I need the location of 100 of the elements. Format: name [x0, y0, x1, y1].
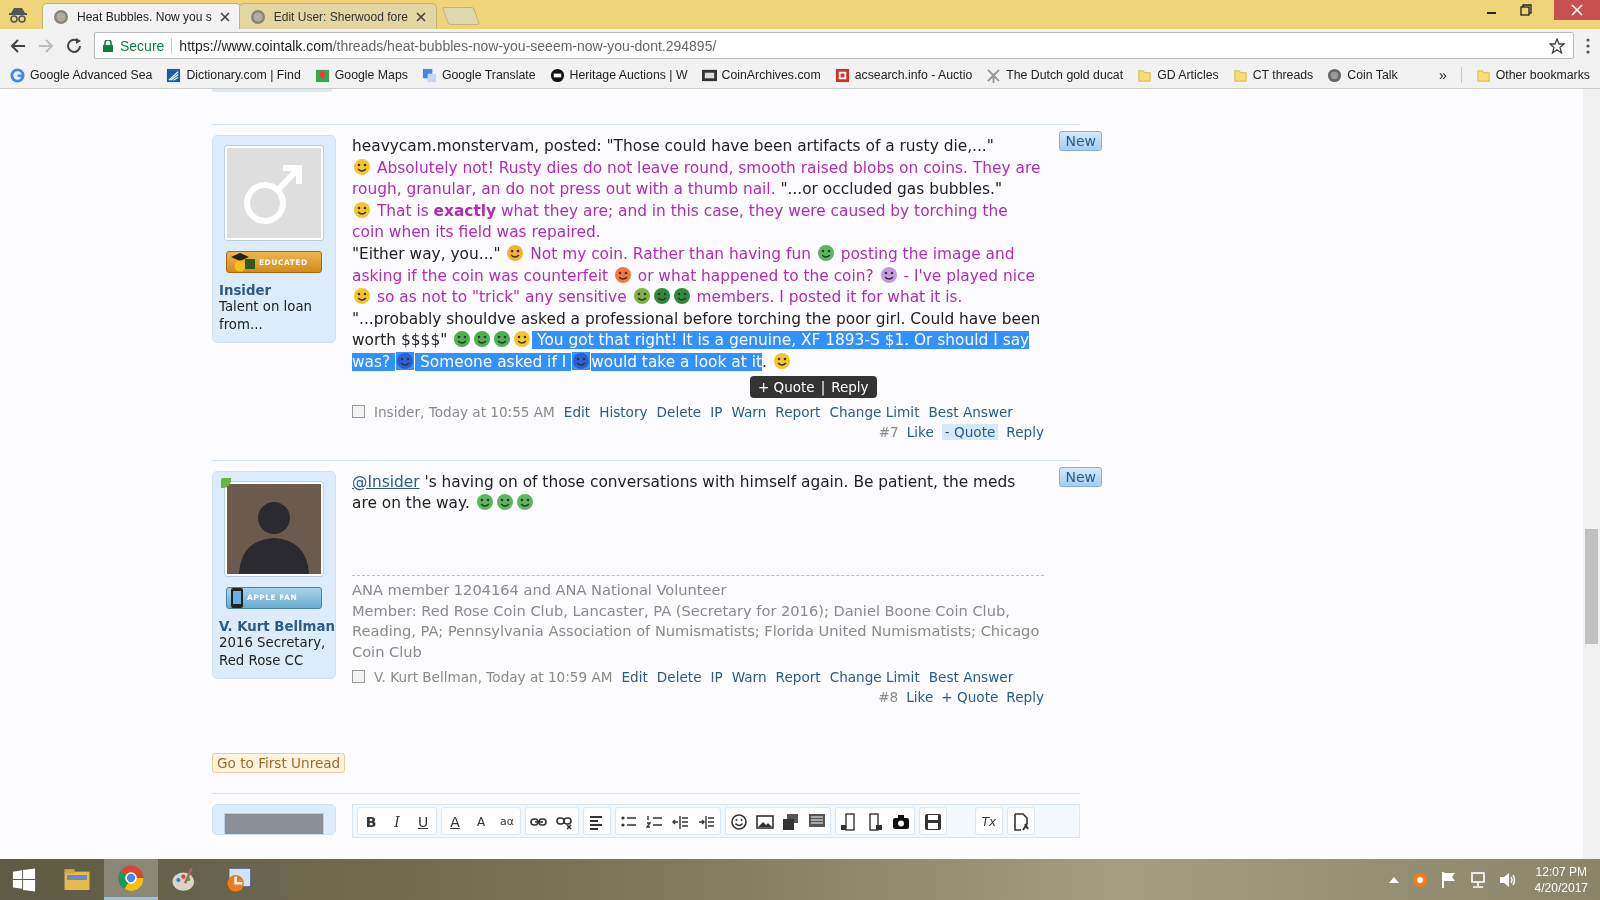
new-badge: New: [1059, 466, 1102, 487]
quote-link[interactable]: + Quote: [758, 378, 815, 395]
coin-icon: [249, 8, 266, 25]
close-icon[interactable]: [415, 11, 426, 22]
smiley-icon[interactable]: [730, 812, 748, 831]
signature-text: Member: Red Rose Coin Club, Lancaster, PA (Secretary for 2016); Daniel Boone Coin Club, Reading, PA; Pennsylvania Association of Numismatists; Florida United Numismatists; Chicago Coin Club: [352, 600, 1041, 663]
folder-icon: [1232, 67, 1248, 83]
reply-link[interactable]: Reply: [1006, 423, 1044, 440]
media-icon[interactable]: [782, 812, 800, 831]
bookmark[interactable]: Google Maps: [314, 67, 408, 83]
folder-icon: [1137, 67, 1153, 83]
volume-icon[interactable]: [1498, 870, 1517, 889]
square-logo-icon: [701, 67, 717, 83]
post-action-link[interactable]: Change Limit: [829, 668, 920, 685]
url-text: https://www.cointalk.com/threads/heat-bubbles-now-you-seeem-now-you-dont.294895/: [179, 37, 717, 54]
flag-icon[interactable]: [1440, 870, 1457, 889]
post-action-link[interactable]: Delete: [656, 403, 702, 420]
bookmarks-overflow-button[interactable]: »: [1438, 67, 1447, 83]
post-action-link[interactable]: IP: [710, 403, 723, 420]
checkbox[interactable]: [352, 405, 365, 419]
user-title: Talent on loan from...: [218, 298, 313, 334]
bookmark-folder[interactable]: Other bookmarks: [1475, 67, 1590, 83]
bookmark[interactable]: Google Translate: [421, 67, 536, 83]
star-icon[interactable]: [1549, 37, 1565, 54]
phone-icon: [230, 587, 244, 608]
bookmark[interactable]: GD Articles: [1137, 67, 1219, 83]
post-action-link[interactable]: Best Answer: [928, 403, 1013, 420]
message-text: @Insider 's having on of those conversations with himself again. Be patient, the meds are on the way.: [352, 471, 1017, 515]
bookmark[interactable]: Google Advanced Sea: [10, 67, 153, 83]
windows-start-icon[interactable]: [12, 867, 36, 892]
source-icon[interactable]: [1012, 812, 1030, 831]
bookmark[interactable]: Coin Talk: [1327, 67, 1398, 83]
bookmark[interactable]: CT threads: [1232, 67, 1314, 83]
close-icon: [1571, 4, 1583, 16]
go-to-first-unread-button[interactable]: Go to First Unread: [212, 752, 346, 773]
reload-icon[interactable]: [66, 37, 82, 54]
bookmark[interactable]: The Dutch gold ducat: [986, 67, 1124, 83]
post-action-link[interactable]: Warn: [731, 668, 767, 685]
reply-link[interactable]: Reply: [1006, 688, 1044, 705]
bookmark[interactable]: acsearch.info - Auctio: [834, 67, 973, 83]
coin-icon: [1327, 67, 1343, 83]
menu-icon[interactable]: [1586, 37, 1590, 54]
taskbar-button[interactable]: [104, 859, 158, 900]
caret-icon[interactable]: [1388, 876, 1399, 883]
reply-link[interactable]: Reply: [831, 378, 869, 395]
quote-block-icon[interactable]: [840, 812, 858, 831]
clock-time[interactable]: 12:07 PM: [1535, 863, 1587, 880]
format-button[interactable]: aα: [494, 807, 520, 836]
format-button[interactable]: B: [358, 807, 384, 836]
browser-tab[interactable]: Heat Bubbles. Now you s: [42, 3, 241, 29]
back-icon[interactable]: [10, 37, 26, 54]
message-text: heavycam.monstervam, posted: "Those could have been artifacts of a rusty die,..." Absolutely not! Rusty dies do not leave round, smooth raised blobs on coins. They are rough, granular, an do not press out with a thumb nail. "...or occluded gas bubbles." That is exactly what they are; and in this case, they were caused by torching the coin when its field was repaired. "Either way, you..." Not my coin. Rather than having fun posting the image and asking if the coin was counterfeit or what happened to the coin? - I've played nice so as not to "trick" any sensitive members. I posted it for what it is. "...probably shouldve asked a professional before torching the poor girl. Could have been worth $$$$" You got that right! It is a genuine, XF 1893-S $1. Or should I say was? Someone asked if I would take a look at it.: [352, 136, 1042, 373]
quote-link[interactable]: + Quote: [941, 688, 999, 705]
save-icon[interactable]: [924, 812, 942, 831]
avatar-photo-placeholder[interactable]: [224, 480, 324, 577]
post-action-link[interactable]: Warn: [731, 403, 767, 420]
post-action-link[interactable]: Edit: [563, 403, 591, 420]
quote-link[interactable]: - Quote: [941, 423, 999, 440]
post-action-link[interactable]: IP: [710, 668, 723, 685]
author-name[interactable]: V. Kurt Bellman: [213, 608, 335, 634]
like-link[interactable]: Like: [906, 423, 934, 440]
new-badge: New: [1059, 131, 1102, 151]
antivirus-icon[interactable]: [1410, 870, 1429, 889]
windmill-icon: [986, 67, 1002, 83]
post-action-link[interactable]: Report: [775, 668, 821, 685]
g-letter-icon: [10, 67, 25, 83]
bookmark[interactable]: Dictionary.com | Find: [166, 67, 301, 83]
address-bar[interactable]: Secure https://www.cointalk.com/threads/heat-bubbles-now-you-seeem-now-you-dont.294895/: [94, 32, 1574, 59]
book-icon: [166, 67, 182, 83]
target-icon: [834, 67, 850, 83]
format-button[interactable]: I: [384, 807, 410, 836]
format-button[interactable]: A: [468, 807, 494, 836]
format-button[interactable]: A: [442, 807, 468, 836]
post-action-link[interactable]: Change Limit: [829, 403, 920, 420]
close-window-button[interactable]: [1554, 0, 1600, 20]
checkbox[interactable]: [352, 670, 365, 684]
bookmark[interactable]: Heritage Auctions | W: [549, 67, 688, 83]
translate-icon: [421, 67, 437, 83]
post-action-link[interactable]: Report: [775, 403, 821, 420]
post-byline: Insider, Today at 10:55 AM: [374, 403, 555, 420]
like-link[interactable]: Like: [906, 688, 934, 705]
format-button[interactable]: Tx: [976, 807, 1002, 836]
author-name[interactable]: Insider: [213, 273, 335, 298]
restore-icon[interactable]: [1520, 4, 1532, 16]
browser-tab[interactable]: Edit User: Sherwood fore: [238, 3, 437, 29]
post-action-link[interactable]: Edit: [621, 668, 648, 685]
camera-icon[interactable]: [892, 812, 910, 831]
scrollbar[interactable]: [1583, 89, 1600, 859]
clock-date[interactable]: 4/20/2017: [1534, 879, 1588, 896]
incognito-icon: [8, 7, 28, 23]
network-icon[interactable]: [1468, 870, 1487, 889]
close-icon[interactable]: [219, 11, 230, 22]
bookmark[interactable]: CoinArchives.com: [701, 67, 821, 83]
post-action-link[interactable]: Delete: [656, 668, 702, 685]
post-action-link[interactable]: Best Answer: [928, 668, 1014, 685]
post-action-link[interactable]: History: [599, 403, 648, 420]
format-button[interactable]: U: [410, 807, 436, 836]
browser-icon: [116, 863, 146, 893]
spoiler-block-icon[interactable]: [866, 812, 884, 831]
image-icon[interactable]: [756, 812, 774, 831]
